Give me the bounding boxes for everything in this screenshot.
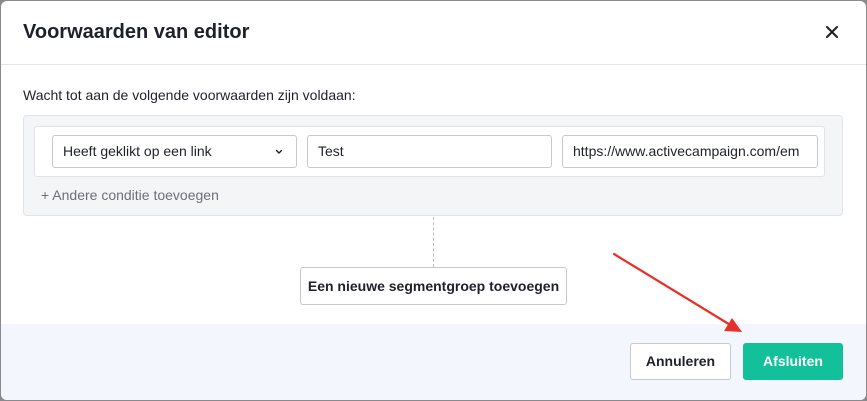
condition-type-select[interactable]: Heeft geklikt op een link: [52, 135, 297, 168]
condition-group: Heeft geklikt op een link Test https://w…: [23, 115, 843, 216]
finish-button[interactable]: Afsluiten: [743, 343, 843, 380]
conditions-editor-modal: Voorwaarden van editor Wacht tot aan de …: [1, 1, 866, 400]
modal-title: Voorwaarden van editor: [23, 21, 250, 43]
add-condition-link[interactable]: + Andere conditie toevoegen: [41, 187, 219, 203]
link-name-input[interactable]: Test: [307, 135, 552, 168]
chevron-down-icon: [275, 149, 283, 154]
add-segment-group-button[interactable]: Een nieuwe segmentgroep toevoegen: [300, 267, 567, 305]
instruction-text: Wacht tot aan de volgende voorwaarden zi…: [23, 87, 356, 103]
modal-header: Voorwaarden van editor: [1, 1, 866, 65]
condition-type-value: Heeft geklikt op een link: [63, 143, 212, 159]
url-input[interactable]: https://www.activecampaign.com/em: [562, 135, 818, 168]
cancel-button[interactable]: Annuleren: [630, 343, 731, 380]
close-icon: [826, 26, 838, 38]
close-button[interactable]: [819, 19, 845, 45]
connector-line: [433, 217, 434, 267]
modal-footer: Annuleren Afsluiten: [1, 324, 866, 400]
condition-row: Heeft geklikt op een link Test https://w…: [34, 126, 825, 177]
